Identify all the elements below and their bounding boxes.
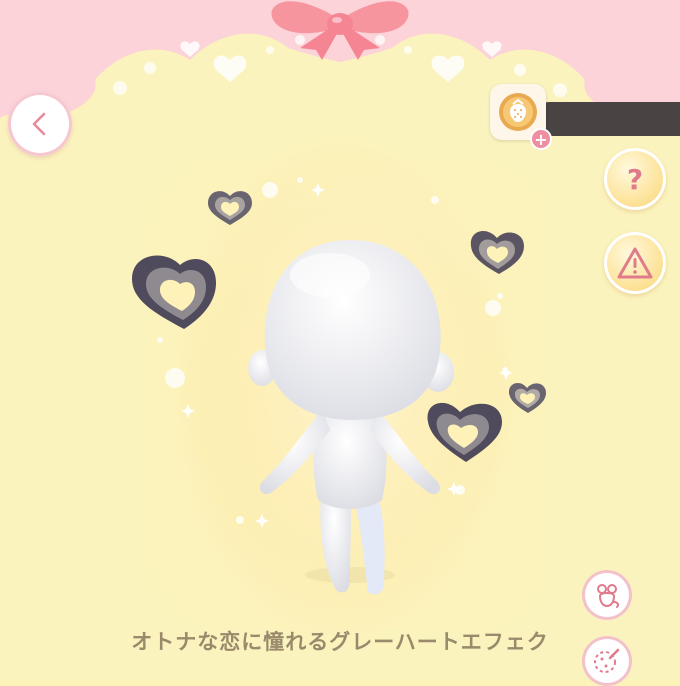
- rat-doll-icon: [597, 584, 619, 608]
- preview-stage: [132, 160, 546, 600]
- pose-button[interactable]: [582, 570, 632, 620]
- gray-heart-left-large: [132, 255, 216, 329]
- item-name: オトナな恋に憧れるグレーハートエフェク: [131, 630, 549, 654]
- gray-heart-right-small: [508, 382, 546, 413]
- gray-heart-top-left: [208, 191, 252, 225]
